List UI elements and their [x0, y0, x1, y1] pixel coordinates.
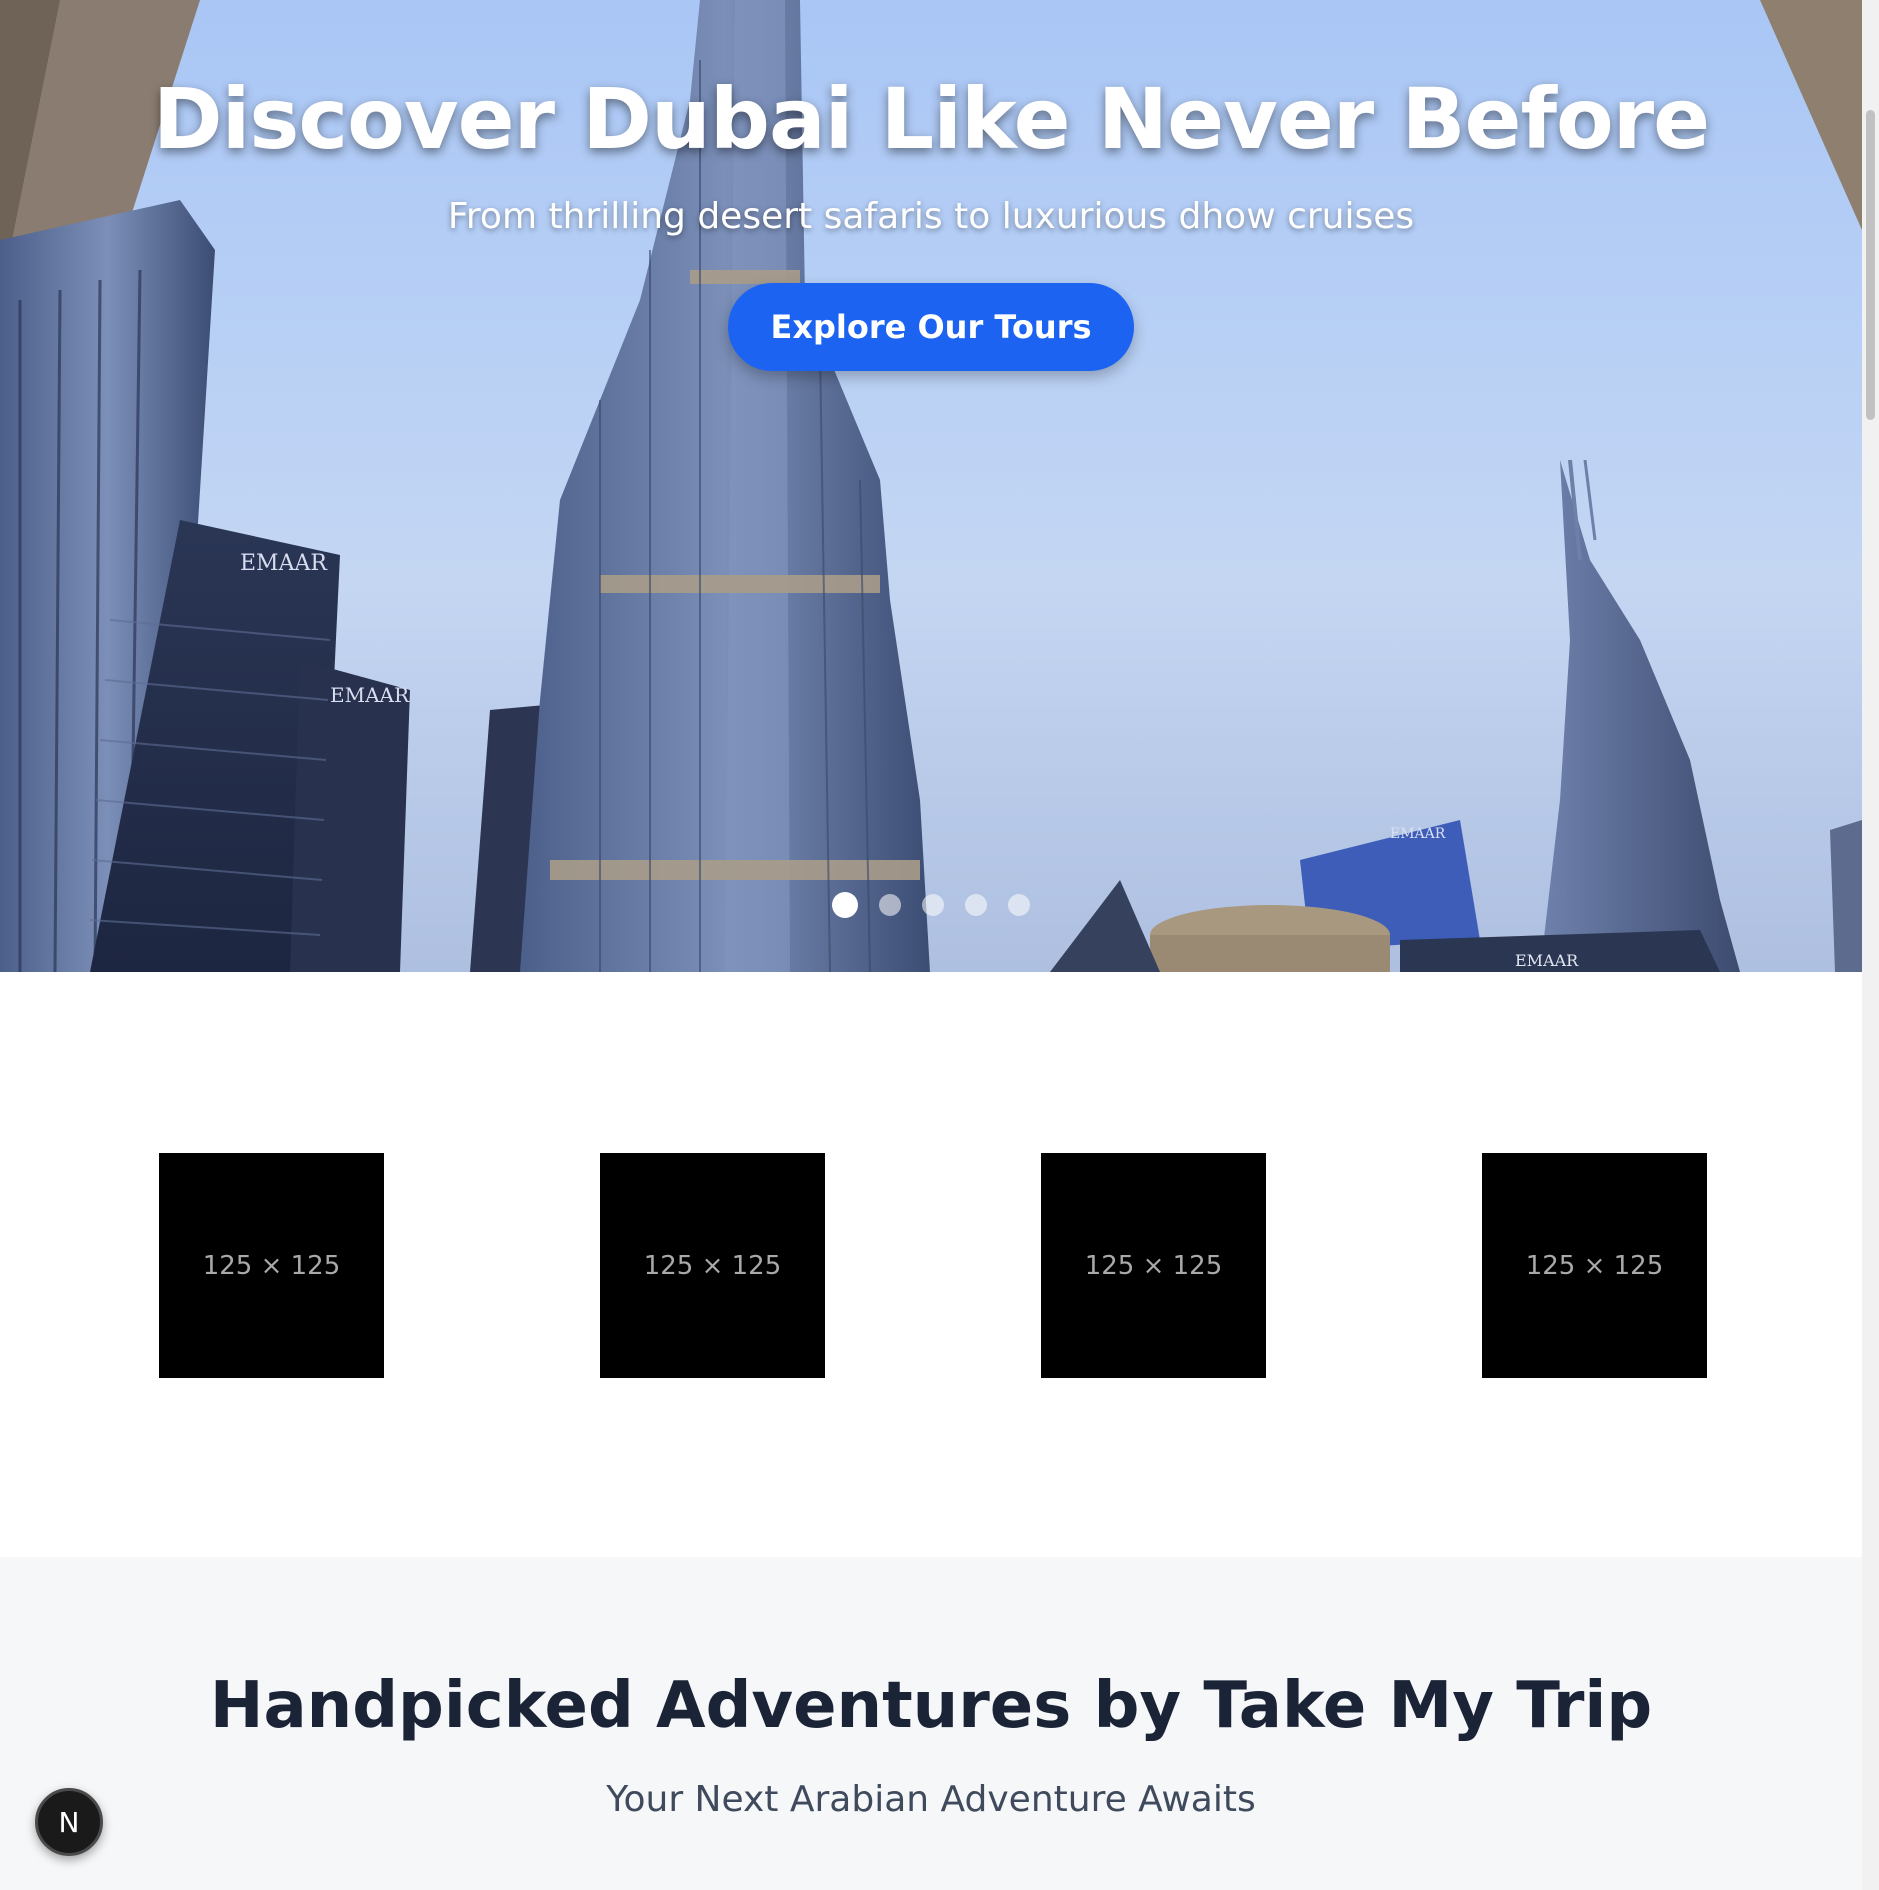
partner-logo-placeholder: 125 × 125 [600, 1153, 825, 1378]
carousel-dot-3[interactable] [922, 894, 944, 916]
page: EMAAR EMAAR EMAAR EMAAR Discover Dubai L… [0, 0, 1879, 1890]
hero-title: Discover Dubai Like Never Before [152, 70, 1710, 168]
carousel-dot-1[interactable] [832, 892, 858, 918]
page-scrollbar[interactable] [1862, 0, 1879, 1890]
adventures-subtitle: Your Next Arabian Adventure Awaits [606, 1779, 1256, 1820]
hero-carousel: EMAAR EMAAR EMAAR EMAAR Discover Dubai L… [0, 0, 1862, 972]
partner-logo-placeholder: 125 × 125 [1041, 1153, 1266, 1378]
partner-logo-placeholder: 125 × 125 [159, 1153, 384, 1378]
adventures-title: Handpicked Adventures by Take My Trip [209, 1669, 1653, 1743]
carousel-dot-4[interactable] [965, 894, 987, 916]
building-sign: EMAAR [330, 683, 410, 707]
scrollbar-thumb[interactable] [1866, 110, 1875, 420]
explore-tours-button[interactable]: Explore Our Tours [728, 283, 1134, 371]
carousel-dot-2[interactable] [879, 894, 901, 916]
partner-logo-placeholder: 125 × 125 [1482, 1153, 1707, 1378]
hero-subtitle: From thrilling desert safaris to luxurio… [447, 196, 1415, 237]
carousel-pagination [832, 892, 1030, 918]
nextjs-dev-badge-icon[interactable]: N [35, 1788, 103, 1856]
adventures-section: Handpicked Adventures by Take My Trip Yo… [0, 1557, 1862, 1890]
building-sign: EMAAR [240, 551, 328, 576]
partner-logos-section: 125 × 125 125 × 125 125 × 125 125 × 125 [0, 972, 1862, 1557]
building-sign: EMAAR [1515, 951, 1579, 970]
carousel-dot-5[interactable] [1008, 894, 1030, 916]
building-sign: EMAAR [1390, 826, 1446, 842]
